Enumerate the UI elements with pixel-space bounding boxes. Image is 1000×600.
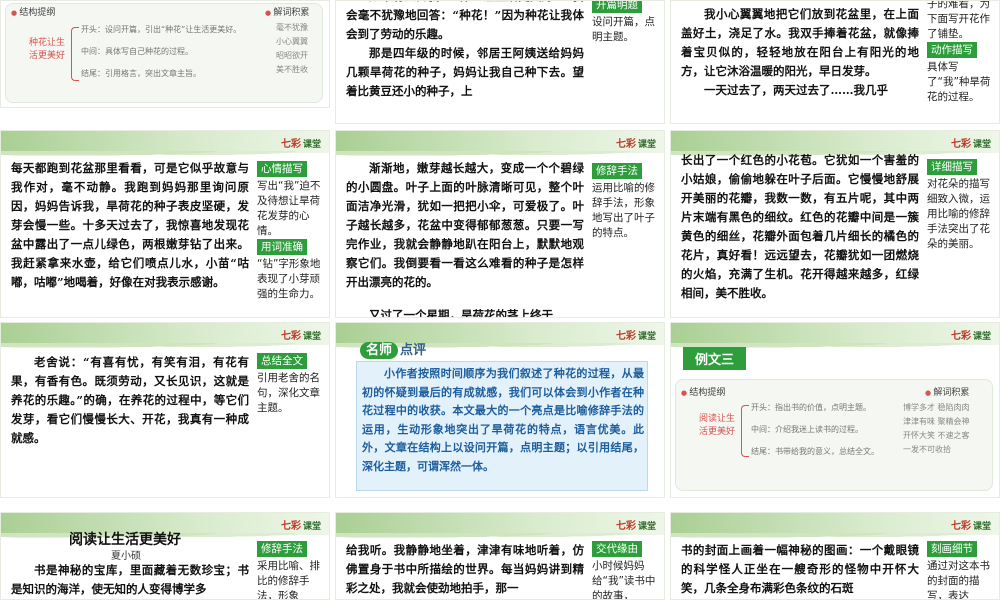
slide-essay-3: 我小心翼翼地把它们放到花盆里，在上面盖好土，浇足了水。我双手捧着花盆，就像捧着宝… (670, 0, 1000, 124)
slide-essay-11: 七彩 课堂 给我听。我静静地坐着，津津有味地听着，仿佛置身于书中所描绘的世界。每当… (335, 512, 665, 600)
slide-outline-example3: 七彩课堂 例文三 结构提纲 解词积累 阅读让生活更美好 开头：指出书的价值，点明… (670, 322, 1000, 498)
vocab-list: 博学多才 稳陷肉肉 津津有味 聚精会神 开怀大笑 不速之客 一发不可收拾 (903, 403, 970, 454)
annotation: 交代缘由 小时候妈妈给“我”读书中的故事， (592, 541, 656, 600)
outline-brace (741, 405, 749, 457)
comment-text: 小作者按照时间顺序为我们叙述了种花的过程，从最初的怀疑到最后的有成就感，我们可以… (362, 367, 644, 473)
annotation: 子的难看，为下面写开花作了铺垫。 动作描写 具体写了“我”种旱荷花的过程。 (927, 0, 991, 103)
brand-logo: 七彩 课堂 (950, 139, 991, 150)
outline-center: 种花让生活更美好 (29, 38, 66, 61)
slide-essay-4: 七彩 课堂 每天都跑到花盆那里看看，可是它似乎故意与我作对，毫不动静。我跑到妈妈那… (0, 130, 330, 318)
vocab-title: 解词积累 (265, 5, 309, 18)
brand-logo: 七彩 课堂 (615, 331, 656, 342)
slide-essay-12: 七彩 课堂 书的封面上画着一幅神秘的图画：一个戴眼镜的科学怪人正坐在一艘奇形的怪物… (670, 512, 1000, 600)
brand-logo: 七彩 课堂 (950, 521, 991, 532)
essay-text: 如果有人问我：“什么让生活更美好？”我会毫不犹豫地回答：“种花！”因为种花让我体… (346, 1, 584, 98)
essay-text: 给我听。我静静地坐着，津津有味地听着，仿佛置身于书中所描绘的世界。每当妈妈讲到精… (346, 543, 584, 595)
slide-header (671, 131, 999, 159)
annotation-tag: 修辞手法 (257, 541, 307, 557)
vocab-title: 解词积累 (925, 385, 969, 398)
brand-logo: 七彩 课堂 (280, 331, 321, 342)
annotation-tag-1: 心情描写 (257, 161, 307, 177)
annotation-tag: 交代缘由 (592, 541, 642, 557)
slide-header (336, 131, 664, 159)
outline-center: 阅读让生活更美好 (699, 414, 736, 437)
brand-logo: 七彩 课堂 (280, 521, 321, 532)
vocab-list: 毫不犹豫 小心翼翼 昭昭欲开 美不胜收 (276, 23, 308, 74)
outline-line-1: 开头：设问开篇，引出“种花”让生活更美好。 (81, 25, 242, 34)
annotation: 总结全文 引用老舍的名句，深化文章主题。 (257, 353, 320, 414)
essay-title: 阅读让生活更美好 (69, 532, 181, 548)
outline-line-3: 结尾：书带给我的意义，总结全文。 (751, 447, 879, 456)
outline-line-3: 结尾：引用格言，突出文章主旨。 (81, 69, 201, 78)
essay-text: 书是神秘的宝库，里面藏着无数珍宝；书是知识的海洋，使无知的人变得博学多 (11, 563, 249, 596)
comment-heading: 名师 点评 (360, 339, 426, 359)
annotation-tag: 开篇明题 (592, 1, 642, 13)
essay-text: 我小心翼翼地把它们放到花盆里，在上面盖好土，浇足了水。我双手捧着花盆，就像捧着宝… (681, 7, 919, 97)
outline-title: 结构提纲 (681, 385, 725, 398)
example-badge: 例文三 (683, 347, 747, 370)
brand-logo: 七彩 课堂 (615, 139, 656, 150)
slide-essay-7: 七彩 课堂 老舍说：“有喜有忧，有笑有泪，有花有果，有香有色。既须劳动，又长见识，… (0, 322, 330, 498)
annotation: 详细描写 对花朵的描写细致入微，运用比喻的修辞手法突出了花朵的美丽。 (927, 159, 990, 250)
essay-author: 夏小硕 (111, 551, 141, 562)
annotation-tag: 动作描写 (927, 42, 977, 58)
brand-logo: 七彩 课堂 (280, 139, 321, 150)
essay-text: 长出了一个红色的小花苞。它犹如一个害羞的小姑娘，偷偷地躲在叶子后面。它慢慢地舒展… (681, 153, 919, 300)
outline-line-1: 开头：指出书的价值，点明主题。 (751, 403, 871, 412)
brand-logo: 七彩 课堂 (950, 331, 991, 342)
annotation-tag: 详细描写 (927, 159, 977, 175)
essay-text: 渐渐地，嫩芽越长越大，变成一个个碧绿的小圆盘。叶子上面的叶脉清晰可见，整个叶面洁… (346, 161, 584, 318)
slide-header (671, 323, 999, 351)
slide-essay-2: 如果有人问我：“什么让生活更美好？”我会毫不犹豫地回答：“种花！”因为种花让我体… (335, 0, 665, 124)
annotation: 修辞手法 采用比喻、排比的修辞手法，形象 (257, 541, 320, 600)
slide-essay-6: 七彩 课堂 长出了一个红色的小花苞。它犹如一个害羞的小姑娘，偷偷地躲在叶子后面。它… (670, 130, 1000, 318)
slide-grid: 结构提纲 解词积累 种花让生活更美好 开头：设问开篇，引出“种花”让生活更美好。… (0, 0, 1000, 600)
annotation: 开篇明题 设问开篇，点明主题。 (592, 1, 662, 45)
slide-header (336, 513, 664, 541)
annotation-tag: 总结全文 (257, 353, 307, 369)
essay-text: 每天都跑到花盆那里看看，可是它似乎故意与我作对，毫不动静。我跑到妈妈那里询问原因… (11, 161, 249, 289)
annotation-tag: 修辞手法 (592, 163, 642, 179)
essay-text: 书的封面上画着一幅神秘的图画：一个戴眼镜的科学怪人正坐在一艘奇形的怪物中开怀大笑… (681, 543, 919, 595)
essay-text: 老舍说：“有喜有忧，有笑有泪，有花有果，有香有色。既须劳动，又长见识，这就是养花… (11, 355, 249, 445)
slide-header (1, 131, 329, 159)
annotation-tag: 刻画细节 (927, 541, 977, 557)
annotation: 刻画细节 通过对这本书的封面的描写，表达 (927, 541, 990, 600)
annotation-tag-2: 用词准确 (257, 239, 307, 255)
annotation: 心情描写 写出“我”迫不及待想让旱荷花发芽的心情。 用词准确 “钻”字形象地表现… (257, 161, 321, 300)
annotation: 修辞手法 运用比喻的修辞手法，形象地写出了叶子的特点。 (592, 163, 655, 239)
outline-line-2: 中间：介绍我迷上读书的过程。 (751, 425, 863, 434)
slide-outline-1: 结构提纲 解词积累 种花让生活更美好 开头：设问开篇，引出“种花”让生活更美好。… (0, 0, 330, 108)
slide-header (1, 323, 329, 351)
slide-teacher-comment: 七彩 课堂 名师 点评 小作者按照时间顺序为我们叙述了种花的过程，从最初的怀疑到最后… (335, 322, 665, 498)
outline-line-2: 中间：具体写自己种花的过程。 (81, 47, 193, 56)
slide-essay-10: 七彩 课堂 阅读让生活更美好 夏小硕 书是神秘的宝库，里面藏着无数珍宝；书是知识的… (0, 512, 330, 600)
brand-logo: 七彩 课堂 (615, 521, 656, 532)
outline-brace (71, 27, 79, 81)
slide-essay-5: 七彩 课堂 渐渐地，嫩芽越长越大，变成一个个碧绿的小圆盘。叶子上面的叶脉清晰可见，… (335, 130, 665, 318)
slide-header (671, 513, 999, 541)
outline-title: 结构提纲 (11, 5, 55, 18)
